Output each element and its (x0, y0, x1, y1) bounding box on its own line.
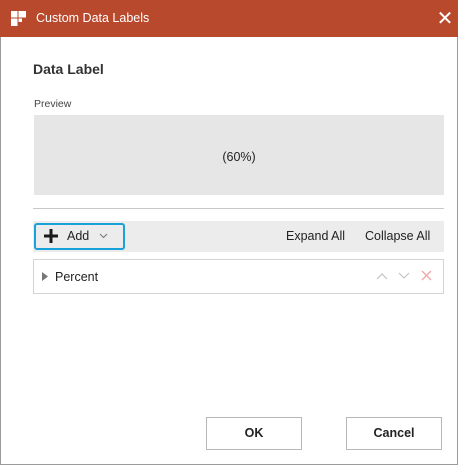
collapse-all-button[interactable]: Collapse All (365, 229, 430, 243)
ok-button[interactable]: OK (206, 417, 302, 450)
cancel-button[interactable]: Cancel (346, 417, 442, 450)
list-item-label: Percent (55, 270, 99, 284)
chevron-down-icon (99, 233, 108, 239)
expand-all-button[interactable]: Expand All (286, 229, 345, 243)
window-border-left (0, 37, 1, 465)
expand-caret-icon[interactable] (42, 272, 48, 281)
preview-box: (60%) (34, 115, 444, 195)
title-bar: Custom Data Labels ✕ (0, 0, 458, 37)
label-toolbar: Add Expand All Collapse All (33, 221, 444, 252)
add-button[interactable]: Add (34, 223, 125, 250)
divider (33, 208, 444, 209)
list-item-percent[interactable]: Percent (33, 259, 444, 294)
preview-value: (60%) (222, 150, 256, 164)
app-logo-icon (11, 11, 26, 26)
move-down-icon[interactable] (398, 272, 410, 280)
move-up-icon[interactable] (376, 272, 388, 280)
remove-icon[interactable] (421, 270, 432, 281)
close-button[interactable]: ✕ (432, 6, 458, 32)
plus-icon (44, 229, 58, 243)
section-title: Data Label (33, 61, 104, 77)
custom-data-labels-dialog: Custom Data Labels ✕ Data Label Preview … (0, 0, 458, 465)
preview-label: Preview (34, 98, 72, 110)
add-button-label: Add (67, 229, 90, 243)
window-title: Custom Data Labels (36, 11, 150, 25)
